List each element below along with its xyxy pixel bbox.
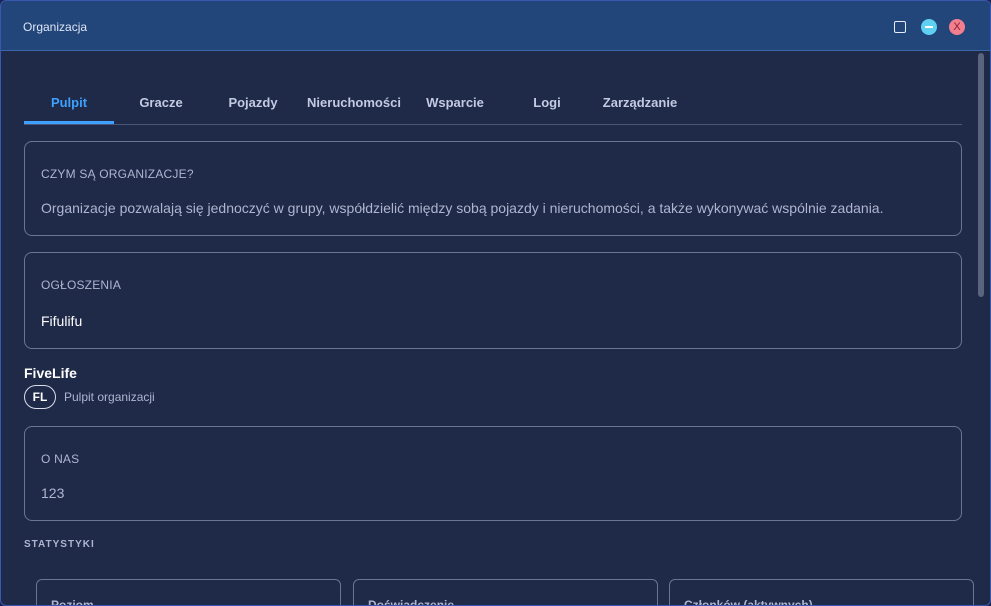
- stat-label: Poziom: [51, 598, 94, 606]
- scrollbar-thumb[interactable]: [978, 53, 984, 297]
- about-card: O NAS 123: [24, 426, 962, 521]
- tab-bar: Pulpit Gracze Pojazdy Nieruchomości Wspa…: [24, 81, 962, 125]
- tab-pojazdy[interactable]: Pojazdy: [210, 81, 296, 124]
- organization-name: FiveLife: [24, 365, 77, 381]
- announcements-label: OGŁOSZENIA: [41, 278, 122, 292]
- minimize-icon[interactable]: [921, 19, 937, 35]
- stat-card-level: Poziom: [36, 579, 341, 606]
- maximize-icon[interactable]: [894, 21, 906, 33]
- organization-window: Organizacja X Pulpit Gracze Pojazdy Nier…: [0, 0, 991, 606]
- tab-nieruchomosci[interactable]: Nieruchomości: [306, 81, 402, 124]
- announcements-card: OGŁOSZENIA Fifulifu: [24, 252, 962, 349]
- close-icon[interactable]: X: [949, 19, 965, 35]
- about-text: 123: [41, 485, 65, 501]
- stats-title: STATYSTYKI: [24, 539, 95, 550]
- window-title: Organizacja: [23, 20, 88, 34]
- tab-pulpit[interactable]: Pulpit: [24, 81, 114, 124]
- about-label: O NAS: [41, 452, 80, 466]
- stat-card-members: Członków (aktywnych): [669, 579, 974, 606]
- stat-card-experience: Doświadczenie: [353, 579, 658, 606]
- info-card-label: CZYM SĄ ORGANIZACJE?: [41, 167, 194, 181]
- stat-label: Doświadczenie: [368, 598, 455, 606]
- organization-subtitle: Pulpit organizacji: [64, 390, 155, 404]
- tab-gracze[interactable]: Gracze: [118, 81, 204, 124]
- announcements-text: Fifulifu: [41, 313, 83, 329]
- info-card-text: Organizacje pozwalają się jednoczyć w gr…: [41, 200, 884, 216]
- organization-badge: FL: [24, 385, 56, 409]
- tab-zarzadzanie[interactable]: Zarządzanie: [594, 81, 686, 124]
- title-bar[interactable]: Organizacja X: [1, 1, 990, 51]
- info-card: CZYM SĄ ORGANIZACJE? Organizacje pozwala…: [24, 141, 962, 236]
- tab-wsparcie[interactable]: Wsparcie: [412, 81, 498, 124]
- stat-label: Członków (aktywnych): [684, 598, 813, 606]
- tab-logi[interactable]: Logi: [504, 81, 590, 124]
